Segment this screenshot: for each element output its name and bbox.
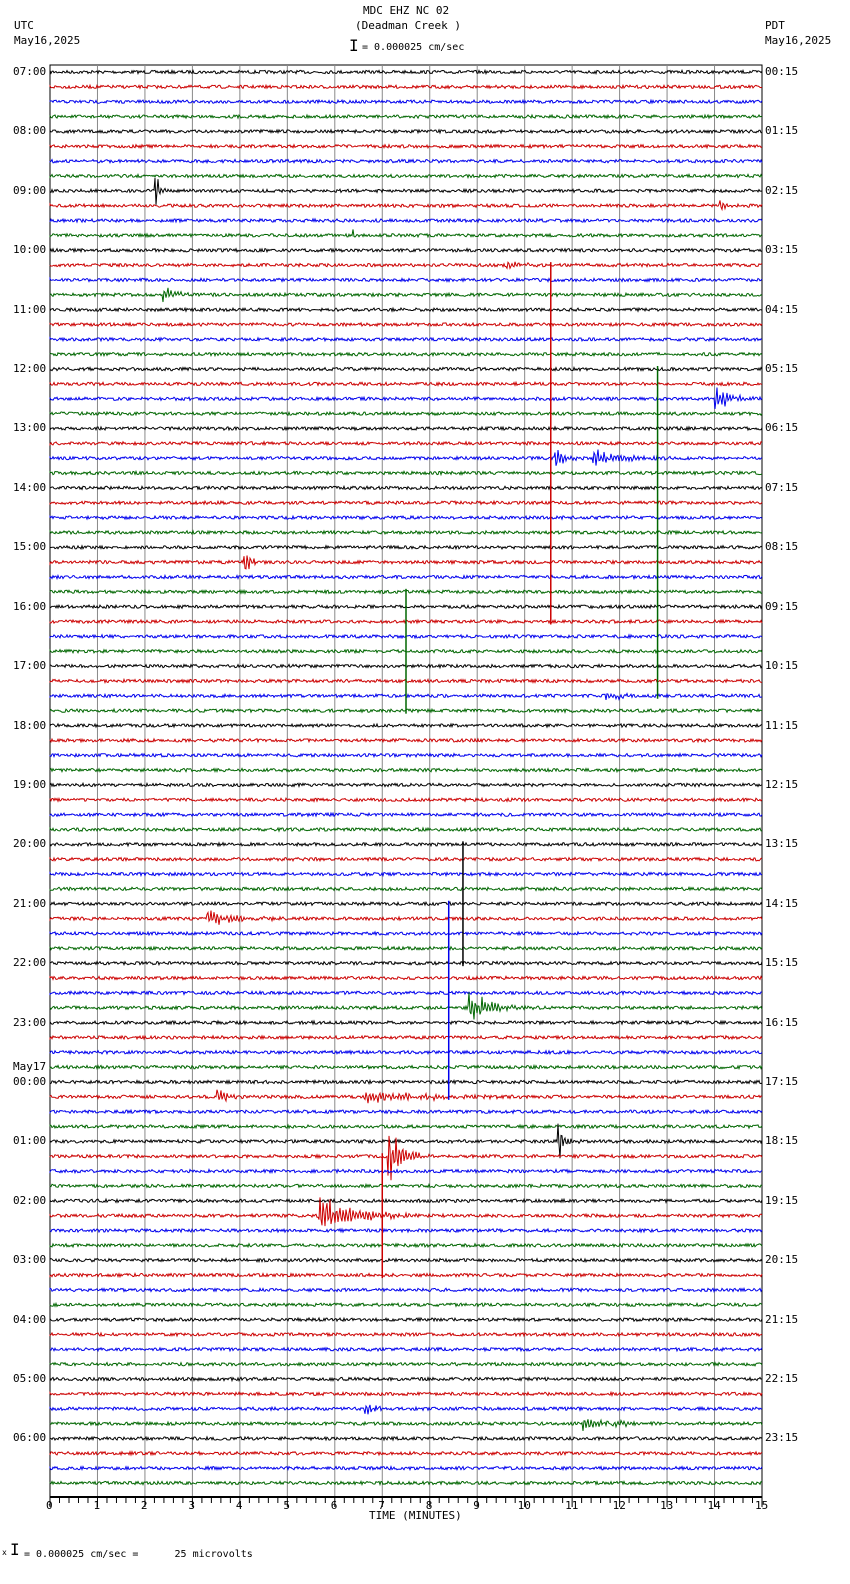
trace-line <box>49 856 763 863</box>
trace-line <box>49 1168 763 1175</box>
trace-line <box>49 1404 763 1415</box>
trace-line <box>49 722 763 729</box>
trace-line <box>49 992 763 1020</box>
trace-line <box>49 410 763 417</box>
trace-line <box>49 336 763 343</box>
trace-line <box>49 351 763 358</box>
trace-line <box>49 1019 763 1026</box>
trace-line <box>49 1182 763 1190</box>
trace-line <box>49 781 763 789</box>
trace-line <box>49 1316 763 1323</box>
trace-line <box>49 1272 763 1279</box>
trace-line <box>49 484 763 491</box>
trace-line <box>49 811 763 818</box>
trace-line <box>49 573 763 581</box>
trace-line <box>49 885 763 892</box>
trace-line <box>49 1331 763 1338</box>
trace-line <box>49 514 763 521</box>
trace-line <box>49 499 763 506</box>
trace-line <box>49 1227 763 1234</box>
trace-line <box>49 826 763 833</box>
trace-line <box>49 1376 763 1383</box>
trace-line <box>49 68 763 76</box>
trace-line <box>49 544 763 551</box>
trace-line <box>49 1063 763 1071</box>
trace-line <box>49 974 763 981</box>
trace-line <box>49 1257 763 1264</box>
trace-line <box>49 128 763 135</box>
trace-line <box>49 767 763 774</box>
trace-line <box>49 1078 763 1086</box>
trace-line <box>49 217 763 224</box>
trace-line <box>49 796 763 803</box>
trace-line <box>49 172 763 179</box>
trace-line <box>49 366 763 373</box>
trace-line <box>49 841 763 848</box>
trace-line <box>49 529 763 536</box>
trace-line <box>49 83 763 90</box>
trace-line <box>49 1089 763 1104</box>
seismogram-traces <box>49 64 763 1507</box>
trace-line <box>49 555 763 570</box>
trace-line <box>49 440 763 447</box>
trace-line <box>49 871 763 878</box>
trace-line <box>49 1465 763 1472</box>
trace-line <box>49 1049 763 1056</box>
trace-line <box>49 1197 763 1204</box>
helicorder-plot: MDC EHZ NC 02 (Deadman Creek ) UTC May16… <box>0 0 850 1584</box>
trace-line <box>49 425 763 432</box>
trace-line <box>49 930 763 937</box>
trace-line <box>49 945 763 952</box>
trace-line <box>49 98 763 105</box>
trace-line <box>49 177 763 205</box>
trace-line <box>49 1123 763 1130</box>
trace-line <box>49 910 763 925</box>
trace-line <box>49 1301 763 1308</box>
trace-line <box>49 261 763 270</box>
trace-line <box>49 1418 763 1432</box>
trace-line <box>49 1346 763 1353</box>
trace-line <box>49 247 763 254</box>
trace-line <box>49 469 763 477</box>
trace-line <box>49 449 763 466</box>
trace-line <box>49 960 763 967</box>
trace-line <box>49 1450 763 1457</box>
trace-line <box>49 380 763 387</box>
trace-line <box>49 143 763 150</box>
trace-line <box>49 989 762 997</box>
trace-line <box>49 1361 763 1367</box>
trace-line <box>49 1108 763 1115</box>
trace-line <box>49 158 763 165</box>
trace-line <box>49 1479 763 1487</box>
trace-line <box>49 306 763 313</box>
trace-line <box>49 287 763 303</box>
trace-line <box>49 1287 763 1293</box>
trace-line <box>49 752 763 759</box>
trace-line <box>49 737 763 744</box>
trace-line <box>49 321 763 328</box>
trace-line <box>49 387 763 410</box>
trace-line <box>49 1242 763 1249</box>
trace-line <box>49 229 763 239</box>
trace-line <box>49 200 763 212</box>
trace-line <box>49 113 763 120</box>
trace-line <box>49 1390 763 1397</box>
trace-line <box>49 900 763 907</box>
trace-line <box>49 1435 763 1442</box>
trace-line <box>49 276 763 283</box>
trace-line <box>49 1034 763 1041</box>
